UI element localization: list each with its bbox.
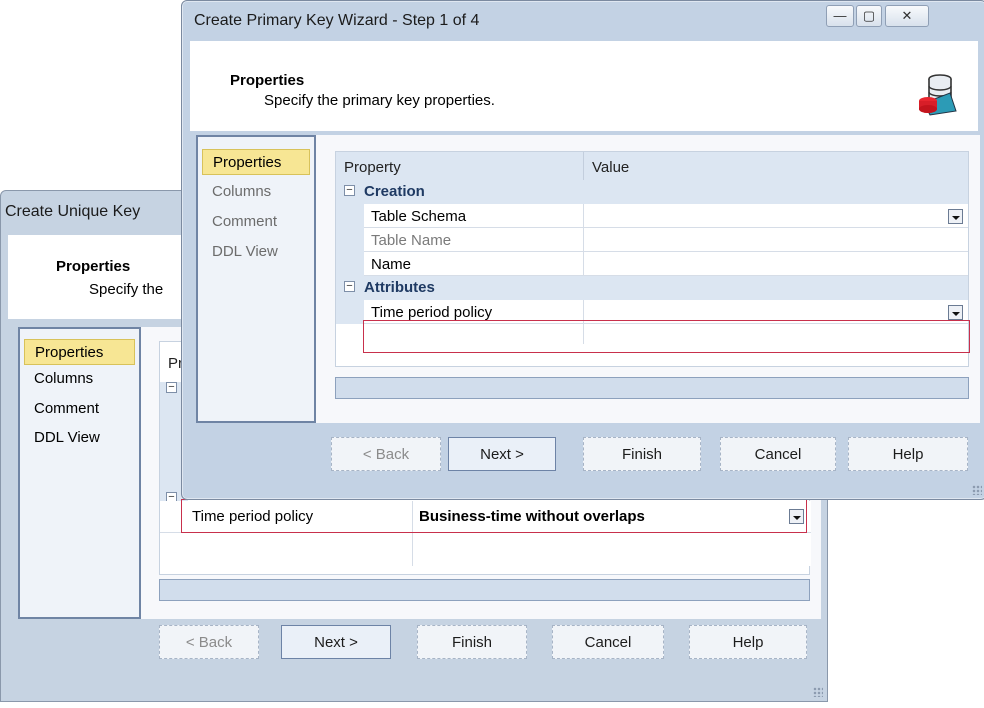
front-cancel-button[interactable]: Cancel bbox=[720, 437, 836, 471]
back-finish-button[interactable]: Finish bbox=[417, 625, 527, 659]
back-empty-row bbox=[160, 533, 811, 566]
minimize-button[interactable]: — bbox=[826, 5, 854, 27]
prop-table-name: Table Name bbox=[364, 228, 584, 251]
back-row-highlight bbox=[181, 499, 807, 533]
back-dialog-title: Create Unique Key bbox=[5, 203, 141, 220]
close-button[interactable]: ✕ bbox=[885, 5, 929, 27]
back-next-button[interactable]: Next > bbox=[281, 625, 391, 659]
front-content-area: Property Value − Creation Table Schema T… bbox=[316, 135, 980, 423]
front-nav-ddl-view[interactable]: DDL View bbox=[198, 239, 314, 265]
back-finish-label: Finish bbox=[451, 634, 492, 651]
front-back-label: < Back bbox=[362, 446, 410, 463]
prop-name: Name bbox=[364, 252, 584, 275]
front-finish-label: Finish bbox=[621, 446, 662, 463]
front-titlebar[interactable]: Create Primary Key Wizard - Step 1 of 4 … bbox=[182, 1, 984, 41]
front-wizard-nav: Properties Columns Comment DDL View bbox=[196, 135, 316, 423]
front-header-title: Properties bbox=[230, 72, 305, 89]
back-collapse-icon[interactable]: − bbox=[166, 382, 177, 393]
back-next-label: Next > bbox=[314, 634, 358, 651]
back-nav-ddl-view[interactable]: DDL View bbox=[20, 425, 139, 451]
create-primary-key-wizard-dialog: Create Primary Key Wizard - Step 1 of 4 … bbox=[181, 0, 984, 500]
close-icon: ✕ bbox=[901, 8, 913, 23]
creation-gutter bbox=[336, 204, 364, 276]
collapse-creation-icon[interactable]: − bbox=[344, 185, 355, 196]
front-cancel-label: Cancel bbox=[754, 446, 802, 463]
back-nav-properties[interactable]: Properties bbox=[24, 339, 135, 365]
front-back-button[interactable]: < Back bbox=[331, 437, 441, 471]
back-nav-comment[interactable]: Comment bbox=[20, 396, 139, 422]
category-creation-label: Creation bbox=[364, 183, 425, 200]
maximize-icon: ▢ bbox=[862, 8, 876, 23]
table-schema-dropdown-icon[interactable] bbox=[948, 209, 963, 224]
front-next-button[interactable]: Next > bbox=[448, 437, 556, 471]
front-resize-grip[interactable] bbox=[972, 485, 982, 495]
front-description-bar bbox=[335, 377, 969, 399]
minimize-icon: — bbox=[833, 8, 847, 23]
back-cancel-label: Cancel bbox=[584, 634, 632, 651]
attributes-gutter bbox=[336, 300, 364, 324]
back-back-button[interactable]: < Back bbox=[159, 625, 259, 659]
front-next-label: Next > bbox=[480, 446, 524, 463]
back-back-label: < Back bbox=[185, 634, 233, 651]
prop-row-name[interactable]: Name bbox=[364, 252, 968, 276]
back-nav-columns[interactable]: Columns bbox=[20, 366, 139, 392]
front-nav-columns[interactable]: Columns bbox=[198, 179, 314, 205]
back-help-label: Help bbox=[732, 634, 764, 651]
property-column-header[interactable]: Property bbox=[336, 152, 584, 180]
back-description-bar bbox=[159, 579, 810, 601]
category-attributes-label: Attributes bbox=[364, 279, 435, 296]
back-header-title: Properties bbox=[56, 258, 131, 275]
front-finish-button[interactable]: Finish bbox=[583, 437, 701, 471]
front-grid-header: Property Value bbox=[336, 152, 968, 181]
front-help-label: Help bbox=[892, 446, 924, 463]
database-key-icon bbox=[919, 74, 957, 116]
back-resize-grip[interactable] bbox=[813, 687, 823, 697]
value-column-header[interactable]: Value bbox=[584, 152, 629, 180]
back-help-button[interactable]: Help bbox=[689, 625, 807, 659]
front-header-panel: Properties Specify the primary key prope… bbox=[190, 41, 978, 131]
front-dialog-title: Create Primary Key Wizard - Step 1 of 4 bbox=[194, 12, 480, 29]
time-period-dropdown-icon[interactable] bbox=[948, 305, 963, 320]
back-wizard-nav: Properties Columns Comment DDL View bbox=[18, 327, 141, 619]
prop-row-table-name[interactable]: Table Name bbox=[364, 228, 968, 252]
back-cancel-button[interactable]: Cancel bbox=[552, 625, 664, 659]
front-header-subtitle: Specify the primary key properties. bbox=[264, 92, 495, 109]
back-empty-name-cell bbox=[160, 533, 413, 566]
prop-row-table-schema[interactable]: Table Schema bbox=[364, 204, 968, 228]
front-nav-properties[interactable]: Properties bbox=[202, 149, 310, 175]
front-nav-comment[interactable]: Comment bbox=[198, 209, 314, 235]
back-grid-header: Pr bbox=[168, 355, 183, 372]
front-row-highlight bbox=[363, 320, 970, 353]
maximize-button[interactable]: ▢ bbox=[856, 5, 882, 27]
category-creation[interactable]: − Creation bbox=[336, 180, 968, 204]
category-attributes[interactable]: − Attributes bbox=[336, 276, 968, 300]
prop-table-schema: Table Schema bbox=[364, 204, 584, 227]
front-help-button[interactable]: Help bbox=[848, 437, 968, 471]
collapse-attributes-icon[interactable]: − bbox=[344, 281, 355, 292]
back-header-subtitle: Specify the bbox=[89, 281, 164, 298]
